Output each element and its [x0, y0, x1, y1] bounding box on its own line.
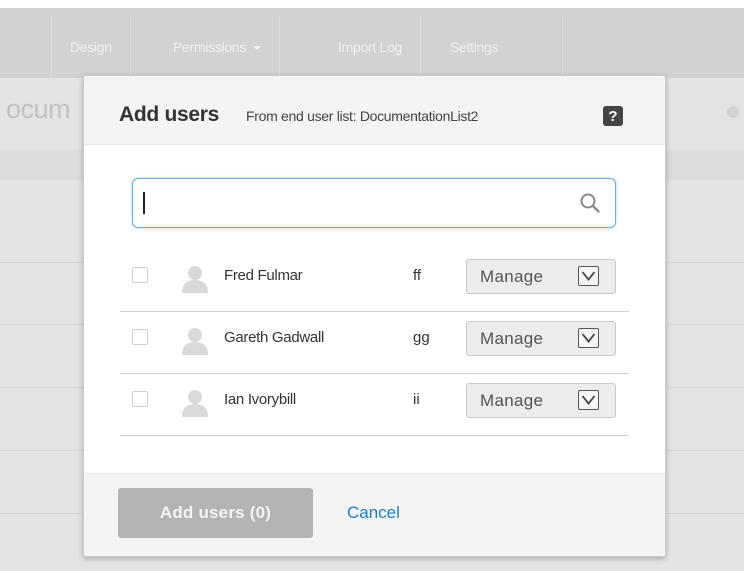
- user-avatar-icon: [182, 328, 208, 355]
- dropdown-toggle[interactable]: [578, 328, 599, 348]
- top-strip: [0, 0, 744, 8]
- role-select-value: Manage: [480, 391, 544, 410]
- chevron-down-icon: [581, 395, 596, 405]
- nav-item-partial[interactable]: [0, 16, 52, 78]
- dialog-footer: Add users (0) Cancel: [84, 473, 665, 556]
- top-navbar: Design Permissions Import Log Settings: [0, 8, 744, 78]
- list-item: Fred Fulmar ff Manage: [120, 250, 629, 312]
- search-box[interactable]: [132, 178, 616, 228]
- user-avatar-icon: [182, 390, 208, 417]
- nav-item-label: Settings: [450, 39, 499, 55]
- nav-item-label: Design: [70, 39, 112, 55]
- role-select[interactable]: Manage: [466, 383, 616, 418]
- user-code: ii: [413, 391, 420, 408]
- dropdown-toggle[interactable]: [578, 266, 599, 286]
- help-icon[interactable]: ?: [603, 106, 623, 126]
- list-item: Gareth Gadwall gg Manage: [120, 312, 629, 374]
- user-code: gg: [413, 329, 430, 346]
- user-checkbox[interactable]: [132, 329, 148, 345]
- role-select[interactable]: Manage: [466, 321, 616, 356]
- user-checkbox[interactable]: [132, 391, 148, 407]
- nav-item-design[interactable]: Design: [52, 16, 131, 78]
- search-icon[interactable]: [579, 192, 601, 214]
- role-select-value: Manage: [480, 329, 544, 348]
- nav-item-permissions[interactable]: Permissions: [155, 16, 280, 78]
- dialog-title: Add users: [119, 103, 219, 126]
- add-users-button[interactable]: Add users (0): [118, 488, 313, 538]
- user-name: Gareth Gadwall: [224, 329, 325, 346]
- nav-item-label: Permissions: [173, 39, 246, 55]
- chevron-down-icon: [581, 271, 596, 281]
- user-code: ff: [413, 267, 422, 284]
- user-name: Fred Fulmar: [224, 267, 303, 284]
- nav-item-import-log[interactable]: Import Log: [320, 16, 421, 78]
- dropdown-toggle[interactable]: [578, 390, 599, 410]
- dialog-subtitle: From end user list: DocumentationList2: [246, 108, 479, 124]
- dialog-header: Add users From end user list: Documentat…: [84, 76, 665, 145]
- role-select-value: Manage: [480, 267, 544, 286]
- user-checkbox[interactable]: [132, 267, 148, 283]
- user-list: Fred Fulmar ff Manage Gareth Gadwall gg …: [120, 250, 629, 436]
- page-title: ocum: [6, 94, 71, 124]
- text-cursor: [143, 192, 145, 214]
- user-avatar-icon: [182, 266, 208, 293]
- user-name: Ian Ivorybill: [224, 391, 296, 408]
- nav-item-label: Import Log: [338, 39, 402, 55]
- role-select[interactable]: Manage: [466, 259, 616, 294]
- nav-item-settings[interactable]: Settings: [432, 16, 563, 78]
- list-item: Ian Ivorybill ii Manage: [120, 374, 629, 436]
- caret-down-icon: [252, 46, 261, 50]
- search-input[interactable]: [141, 187, 565, 221]
- add-users-dialog: Add users From end user list: Documentat…: [83, 75, 666, 557]
- chevron-down-icon: [581, 333, 596, 343]
- background-icon: [727, 106, 739, 118]
- cancel-button[interactable]: Cancel: [347, 503, 400, 523]
